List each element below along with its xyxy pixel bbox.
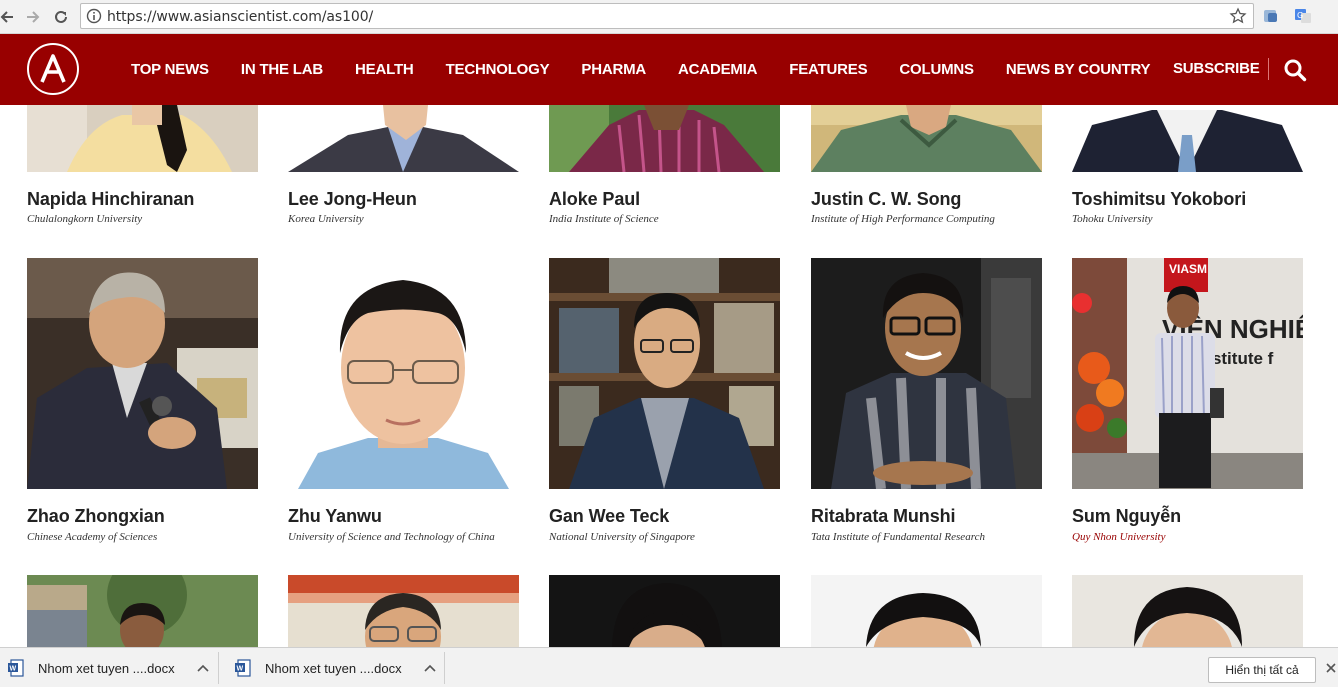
person-name[interactable]: Justin C. W. Song [811,189,961,210]
person-photo[interactable] [27,105,258,172]
person-photo[interactable] [811,105,1042,172]
menu-pharma[interactable]: PHARMA [581,61,646,78]
person-photo[interactable]: VIASM VIỆN NGHIÊN m Institute f [1072,258,1303,489]
address-bar[interactable]: https://www.asianscientist.com/as100/ [80,3,1254,29]
person-affiliation: University of Science and Technology of … [288,531,495,543]
bookmark-star-icon[interactable] [1229,7,1247,30]
menu-features[interactable]: FEATURES [789,61,867,78]
person-photo[interactable] [288,105,519,172]
back-icon[interactable] [0,6,18,28]
sign-banner-text: VIASM [1169,262,1207,276]
svg-text:W: W [10,666,17,673]
person-affiliation: India Institute of Science [549,213,659,225]
word-doc-icon: W [235,659,253,677]
person-photo[interactable] [549,575,780,647]
menu-top-news[interactable]: TOP NEWS [131,61,209,78]
menu-news-by-country[interactable]: NEWS BY COUNTRY [1006,61,1151,78]
person-photo[interactable] [549,105,780,172]
extension-icon[interactable] [1262,7,1280,25]
person-affiliation-link[interactable]: Quy Nhon University [1072,531,1165,543]
person-affiliation: Tata Institute of Fundamental Research [811,531,985,543]
person-photo[interactable] [27,258,258,489]
menu-health[interactable]: HEALTH [355,61,414,78]
url-text[interactable]: https://www.asianscientist.com/as100/ [107,9,373,25]
person-affiliation: National University of Singapore [549,531,695,543]
person-name[interactable]: Napida Hinchiranan [27,189,194,210]
chevron-up-icon[interactable] [424,659,436,677]
person-name[interactable]: Sum Nguyễn [1072,506,1181,527]
browser-toolbar: https://www.asianscientist.com/as100/ G [0,0,1338,34]
site-logo[interactable] [27,43,79,95]
person-affiliation: Chulalongkorn University [27,213,143,225]
menu-in-the-lab[interactable]: IN THE LAB [241,61,323,78]
download-filename[interactable]: Nhom xet tuyen ....docx [265,661,402,676]
person-name[interactable]: Zhu Yanwu [288,506,382,527]
person-name[interactable]: Ritabrata Munshi [811,506,956,527]
person-name[interactable]: Toshimitsu Yokobori [1072,189,1246,210]
person-photo[interactable] [811,575,1042,647]
menu-columns[interactable]: COLUMNS [899,61,974,78]
download-item[interactable]: W Nhom xet tuyen ....docx [235,648,436,687]
svg-text:W: W [237,666,244,673]
download-divider [444,652,445,684]
svg-text:G: G [1297,11,1303,20]
person-photo[interactable] [1072,105,1303,172]
main-menu: TOP NEWS IN THE LAB HEALTH TECHNOLOGY PH… [131,61,1182,78]
person-name[interactable]: Lee Jong-Heun [288,189,417,210]
person-photo[interactable] [288,258,519,489]
subscribe-link[interactable]: SUBSCRIBE [1173,60,1260,77]
download-divider [218,652,219,684]
person-name[interactable]: Gan Wee Teck [549,506,669,527]
person-affiliation: Institute of High Performance Computing [811,213,995,225]
download-filename[interactable]: Nhom xet tuyen ....docx [38,661,175,676]
reload-icon[interactable] [50,6,72,28]
translate-icon[interactable]: G [1294,7,1312,25]
person-photo[interactable] [1072,575,1303,647]
show-all-downloads-button[interactable]: Hiển thị tất cả [1208,657,1316,683]
person-name[interactable]: Zhao Zhongxian [27,506,165,527]
person-photo[interactable] [288,575,519,647]
person-affiliation: Chinese Academy of Sciences [27,531,158,543]
chevron-up-icon[interactable] [197,659,209,677]
forward-icon[interactable] [22,6,44,28]
word-doc-icon: W [8,659,26,677]
download-bar: W Nhom xet tuyen ....docx W Nhom xet tuy… [0,647,1338,687]
info-icon[interactable] [86,8,102,29]
close-icon[interactable] [1326,660,1336,678]
search-icon[interactable] [1283,58,1307,87]
scientist-grid: Napida Hinchiranan Chulalongkorn Univers… [0,105,1338,647]
menu-academia[interactable]: ACADEMIA [678,61,757,78]
header-divider [1268,58,1269,80]
download-item[interactable]: W Nhom xet tuyen ....docx [8,648,209,687]
person-photo[interactable] [811,258,1042,489]
person-affiliation: Tohoku University [1072,213,1153,225]
logo-a-icon [40,54,66,83]
person-photo[interactable] [549,258,780,489]
site-header: TOP NEWS IN THE LAB HEALTH TECHNOLOGY PH… [0,34,1338,105]
menu-technology[interactable]: TECHNOLOGY [446,61,550,78]
person-affiliation: Korea University [288,213,364,225]
person-photo[interactable] [27,575,258,647]
person-name[interactable]: Aloke Paul [549,189,640,210]
